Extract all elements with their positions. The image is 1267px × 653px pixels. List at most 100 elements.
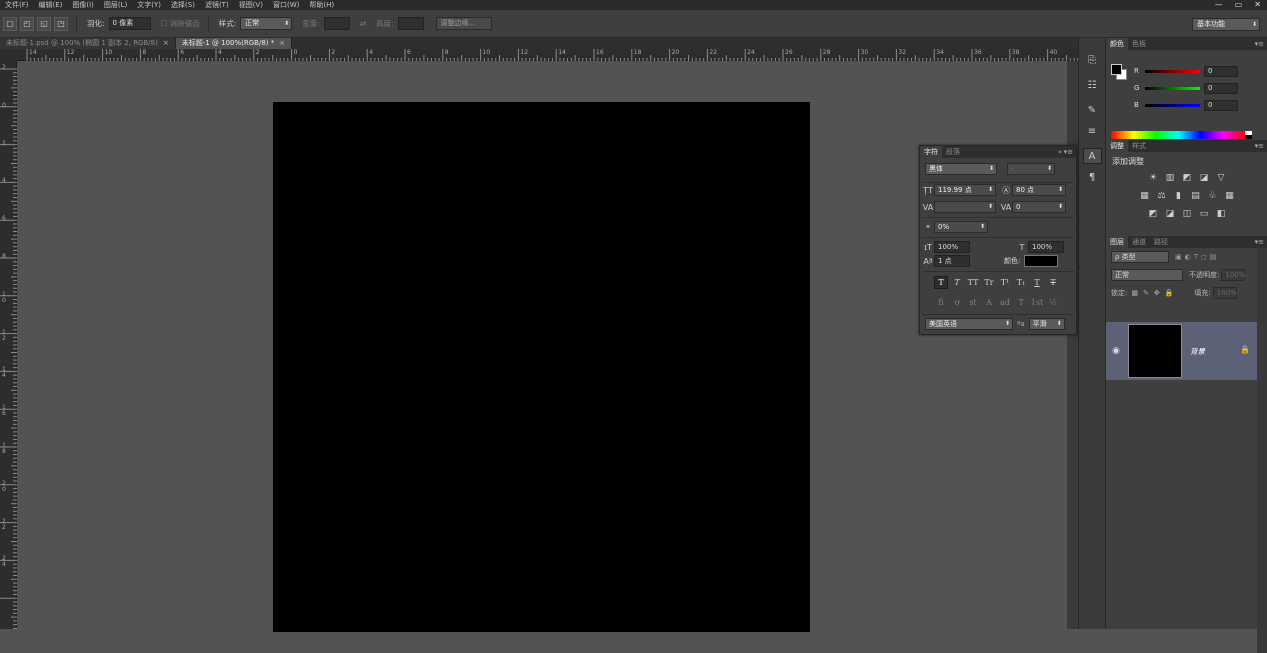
blend-mode-select[interactable]: 正常 — [1111, 269, 1183, 281]
paragraph-icon[interactable]: ¶ — [1083, 169, 1102, 185]
new-selection-icon[interactable]: ▢ — [3, 16, 17, 31]
tab-channels[interactable]: 通道 — [1128, 236, 1150, 248]
underline-button[interactable]: T — [1030, 276, 1044, 289]
tab-swatches[interactable]: 色板 — [1128, 38, 1150, 50]
panel-menu-icon[interactable]: ▾≡ — [1255, 38, 1264, 50]
close-icon[interactable]: × — [163, 39, 169, 47]
intersect-selection-icon[interactable]: ◳ — [54, 16, 68, 31]
small-caps-button[interactable]: Tr — [982, 276, 996, 289]
exposure-icon[interactable]: ◪ — [1198, 172, 1210, 184]
panel-menu-icon[interactable]: ▾≡ — [1255, 236, 1264, 248]
panel-menu-icon[interactable]: ▾≡ — [1255, 140, 1264, 152]
fill-input[interactable]: 100% — [1212, 287, 1237, 299]
fractions-button[interactable]: ½ — [1046, 296, 1060, 309]
antialias-select[interactable]: 平滑 ⬍ — [1028, 318, 1065, 330]
swash-button[interactable]: st — [966, 296, 980, 309]
close-icon[interactable]: × — [279, 39, 285, 47]
restore-button[interactable]: ▭ — [1235, 0, 1243, 9]
document-canvas[interactable] — [273, 102, 810, 632]
tab-document-2[interactable]: 未标题-1 @ 100%(RGB/8) * × — [175, 38, 293, 49]
strikethrough-button[interactable]: T — [1046, 276, 1060, 289]
faux-bold-button[interactable]: T — [934, 276, 948, 289]
ordinal-st-button[interactable]: 1st — [1030, 296, 1044, 309]
lock-icons[interactable]: ▦✎✥🔒 — [1131, 289, 1178, 297]
horizontal-ruler[interactable]: 14 12 10 8 6 4 2 0 2 4 6 8 10 12 14 16 18 20 22 24 26 28 30 32 3… — [17, 49, 1079, 61]
tab-adjustments[interactable]: 调整 — [1106, 140, 1128, 152]
kerning-input[interactable]: ⬍ — [934, 201, 996, 213]
font-size-input[interactable]: 119.99 点 ⬍ — [934, 184, 996, 196]
baseline-shift-input[interactable]: 1 点 — [934, 255, 970, 267]
red-slider[interactable] — [1145, 69, 1200, 73]
vibrance-icon[interactable]: ▽ — [1215, 172, 1227, 184]
layers-scrollbar[interactable] — [1257, 248, 1267, 653]
text-color-swatch[interactable] — [1024, 255, 1059, 267]
ruler-corner[interactable] — [0, 49, 17, 61]
gradient-map-icon[interactable]: ▭ — [1198, 208, 1210, 220]
selective-color-icon[interactable]: ◧ — [1215, 208, 1227, 220]
all-caps-button[interactable]: TT — [966, 276, 980, 289]
threshold-icon[interactable]: ◫ — [1181, 208, 1193, 220]
style-select[interactable]: 正常 ⬍ — [240, 17, 293, 30]
subscript-button[interactable]: T₁ — [1014, 276, 1028, 289]
levels-icon[interactable]: ▥ — [1164, 172, 1176, 184]
color-lookup-icon[interactable]: ▦ — [1224, 190, 1236, 202]
menu-view[interactable]: 视图(V) — [234, 0, 268, 10]
language-select[interactable]: 美国英语 ⬍ — [925, 318, 1013, 330]
font-style-select[interactable]: - ⬍ — [1007, 163, 1055, 175]
ordinals-button[interactable]: T — [1014, 296, 1028, 309]
character-icon[interactable]: A — [1082, 148, 1102, 164]
foreground-color-swatch[interactable] — [1111, 64, 1122, 75]
collapse-icon[interactable]: » — [1058, 146, 1062, 158]
swap-icon[interactable]: ⇄ — [360, 19, 366, 28]
brush-icon[interactable]: ✎ — [1083, 102, 1102, 118]
menu-file[interactable]: 文件(F) — [0, 0, 34, 10]
vertical-scale-input[interactable]: 100% — [934, 241, 970, 253]
opacity-input[interactable]: 100% — [1221, 269, 1245, 281]
tab-character[interactable]: 字符 — [920, 146, 942, 158]
menu-type[interactable]: 文字(Y) — [132, 0, 166, 10]
blue-slider[interactable] — [1145, 103, 1200, 107]
blue-input[interactable]: 0 — [1204, 99, 1238, 111]
tab-paragraph[interactable]: 段落 — [942, 146, 964, 158]
brightness-icon[interactable]: ☀ — [1147, 172, 1159, 184]
stylistic-alternates-button[interactable]: A — [982, 296, 996, 309]
superscript-button[interactable]: T¹ — [998, 276, 1012, 289]
green-input[interactable]: 0 — [1204, 82, 1238, 94]
tab-layers[interactable]: 图层 — [1106, 236, 1128, 248]
discretionary-ligature-button[interactable]: ơ — [950, 296, 964, 309]
tab-color[interactable]: 颜色 — [1106, 38, 1128, 50]
red-input[interactable]: 0 — [1204, 65, 1238, 77]
tsume-input[interactable]: 0% ⬍ — [934, 221, 988, 233]
black-white-swatch[interactable] — [1245, 131, 1252, 139]
feather-input[interactable]: 0 像素 — [108, 17, 151, 30]
font-family-select[interactable]: 黑体 ⬍ — [925, 163, 997, 175]
vertical-ruler[interactable]: 2 0 2 4 6 8 10 12 14 16 18 20 22 24 — [0, 61, 17, 629]
faux-italic-button[interactable]: T — [950, 276, 964, 289]
properties-icon[interactable]: ☷ — [1083, 77, 1102, 93]
tab-paths[interactable]: 路径 — [1150, 236, 1172, 248]
brush-presets-icon[interactable]: ≡ — [1083, 123, 1102, 139]
green-slider[interactable] — [1145, 86, 1200, 90]
menu-image[interactable]: 图像(I) — [67, 0, 99, 10]
add-selection-icon[interactable]: ◰ — [20, 16, 34, 31]
curves-icon[interactable]: ◩ — [1181, 172, 1193, 184]
tab-styles[interactable]: 样式 — [1128, 140, 1150, 152]
black-white-icon[interactable]: ▮ — [1173, 190, 1185, 202]
invert-icon[interactable]: ◩ — [1147, 208, 1159, 220]
posterize-icon[interactable]: ◪ — [1164, 208, 1176, 220]
eye-icon[interactable]: ◉ — [1106, 346, 1126, 356]
channel-mixer-icon[interactable]: ♧ — [1207, 190, 1219, 202]
history-icon[interactable]: ⎘ — [1083, 52, 1102, 68]
subtract-selection-icon[interactable]: ◱ — [37, 16, 51, 31]
titling-alternates-button[interactable]: ad — [998, 296, 1012, 309]
antialias-checkbox[interactable]: ☐ 消除锯齿 — [161, 18, 200, 29]
menu-edit[interactable]: 编辑(E) — [34, 0, 68, 10]
panel-menu-icon[interactable]: ▾≡ — [1064, 146, 1073, 158]
close-button[interactable]: ✕ — [1254, 0, 1261, 9]
tab-document-1[interactable]: 未标题-1.psd @ 100% (椭圆 1 副本 2, RGB/8) × — [0, 38, 176, 49]
hue-saturation-icon[interactable]: ▦ — [1139, 190, 1151, 202]
color-balance-icon[interactable]: ⚖ — [1156, 190, 1168, 202]
height-input[interactable] — [397, 17, 424, 30]
photo-filter-icon[interactable]: ▤ — [1190, 190, 1202, 202]
menu-layer[interactable]: 图层(L) — [99, 0, 132, 10]
